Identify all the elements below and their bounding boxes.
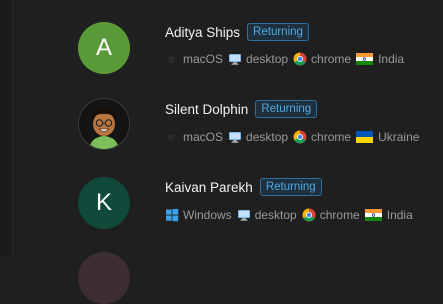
chrome-icon <box>293 52 307 66</box>
user-row-silent-dolphin[interactable]: Silent Dolphin Returning macOS desktop c… <box>0 87 443 167</box>
user-meta: macOS desktop chrome India <box>165 51 409 67</box>
browser-label: chrome <box>319 208 360 222</box>
avatar-illustration-icon <box>79 99 129 149</box>
user-name-line: Aditya Ships Returning <box>165 22 309 42</box>
country-label: India <box>378 52 405 66</box>
user-name[interactable]: Kaivan Parekh <box>165 180 253 195</box>
chrome-icon <box>302 208 316 222</box>
desktop-icon <box>229 132 242 143</box>
india-flag-icon <box>356 53 374 65</box>
status-badge: Returning <box>259 178 322 196</box>
country-label: India <box>386 208 413 222</box>
os-label: macOS <box>183 52 224 66</box>
country-label: Ukraine <box>378 130 420 144</box>
apple-icon <box>168 54 176 64</box>
desktop-icon <box>237 210 250 221</box>
user-name-line: Silent Dolphin Returning <box>165 99 318 119</box>
desktop-icon <box>229 54 242 65</box>
apple-icon <box>168 132 176 142</box>
status-badge: Returning <box>247 23 309 41</box>
user-row-kaivan[interactable]: K Kaivan Parekh Returning Windows deskto… <box>0 165 443 245</box>
user-row-aditya[interactable]: A Aditya Ships Returning macOS desktop c… <box>0 9 443 89</box>
user-name-line: Kaivan Parekh Returning <box>165 177 322 197</box>
status-badge: Returning <box>255 100 318 118</box>
user-name[interactable]: Silent Dolphin <box>165 102 248 117</box>
india-flag-icon <box>364 209 382 221</box>
windows-icon <box>166 209 179 222</box>
avatar[interactable] <box>78 98 130 150</box>
user-meta: macOS desktop chrome Ukraine <box>165 129 424 145</box>
device-label: desktop <box>254 208 297 222</box>
ukraine-flag-icon <box>356 131 374 143</box>
device-label: desktop <box>246 130 289 144</box>
device-label: desktop <box>246 52 289 66</box>
os-label: macOS <box>183 130 224 144</box>
user-list: A Aditya Ships Returning macOS desktop c… <box>0 0 443 304</box>
avatar-letter: A <box>95 34 112 61</box>
avatar[interactable]: A <box>78 22 130 74</box>
browser-label: chrome <box>311 52 352 66</box>
os-label: Windows <box>183 208 232 222</box>
avatar[interactable]: K <box>78 177 130 229</box>
avatar-next-row[interactable] <box>78 252 130 304</box>
user-name[interactable]: Aditya Ships <box>165 25 240 40</box>
avatar-letter: K <box>95 189 112 216</box>
user-meta: Windows desktop chrome India <box>165 207 418 223</box>
chrome-icon <box>293 130 307 144</box>
browser-label: chrome <box>311 130 352 144</box>
